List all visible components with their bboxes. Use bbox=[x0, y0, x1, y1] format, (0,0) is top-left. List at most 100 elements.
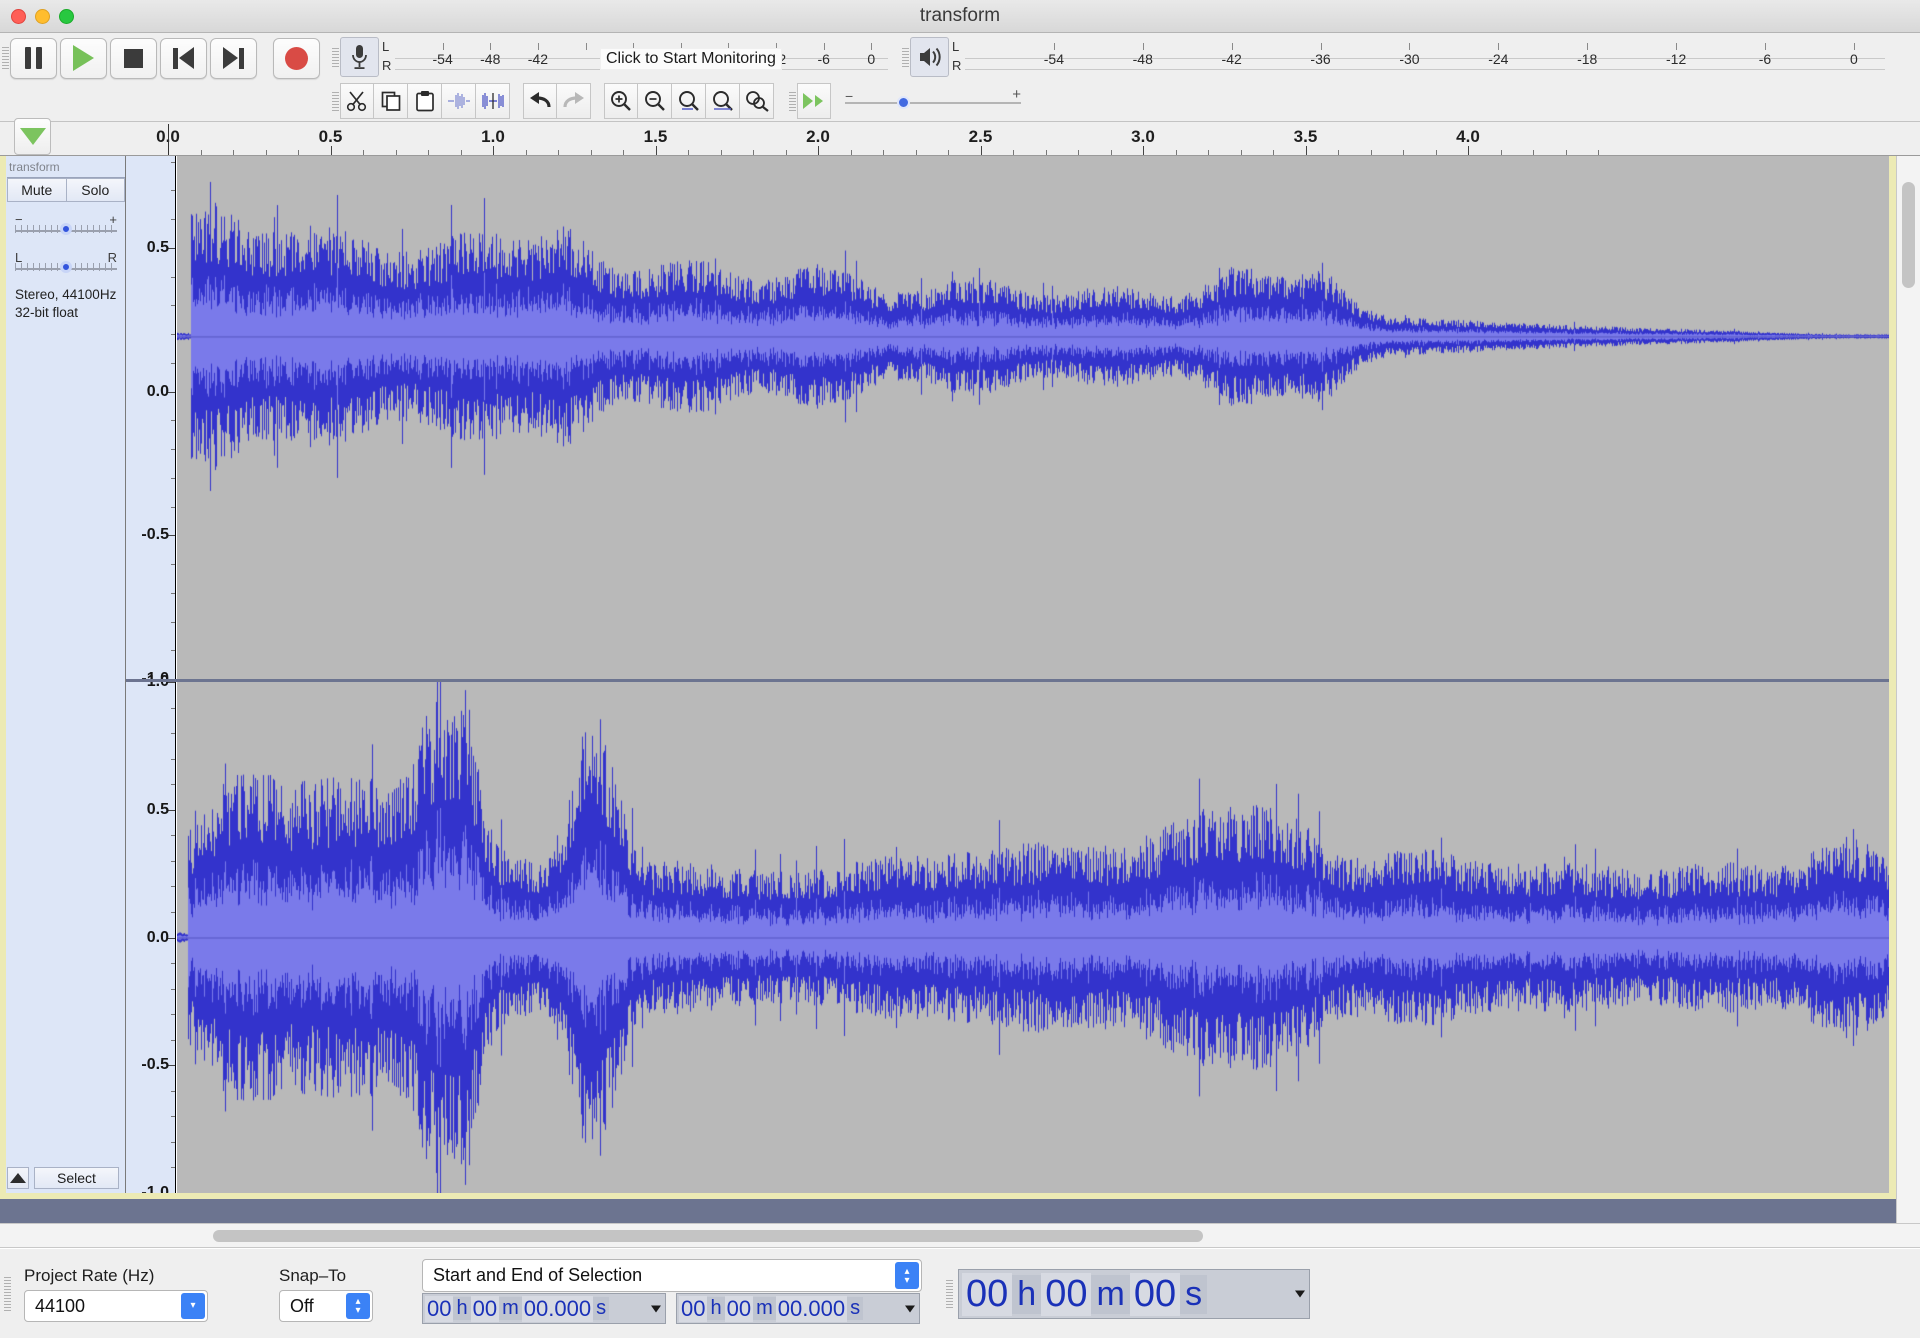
vertical-scroll-thumb[interactable] bbox=[1902, 182, 1915, 288]
audio-position-seconds[interactable]: 00 bbox=[1129, 1272, 1181, 1316]
playback-meter-grip[interactable] bbox=[900, 36, 910, 78]
skip-to-end-button[interactable] bbox=[210, 37, 257, 79]
record-button[interactable] bbox=[273, 37, 320, 79]
audio-position-minutes[interactable]: 00 bbox=[1041, 1272, 1092, 1316]
play-at-speed-icon bbox=[803, 93, 823, 109]
vruler-minor-tick bbox=[171, 420, 175, 422]
selection-mode-combo[interactable]: Start and End of Selection ▴ ▾ bbox=[422, 1259, 922, 1292]
snap-to-combo[interactable]: Off ▴ ▾ bbox=[279, 1290, 373, 1322]
edit-toolbar-grip[interactable] bbox=[330, 81, 340, 121]
horizontal-scroll-thumb[interactable] bbox=[213, 1230, 1203, 1242]
play-speed-slider[interactable]: − + bbox=[845, 83, 1021, 119]
right-channel-waveform[interactable] bbox=[177, 682, 1896, 1193]
waveform-canvas[interactable] bbox=[177, 682, 1896, 1193]
vruler-minor-tick bbox=[171, 477, 175, 479]
selection-start-seconds[interactable]: 00.000 bbox=[521, 1295, 594, 1322]
selection-mode-stepper-icon[interactable]: ▴ ▾ bbox=[895, 1262, 919, 1289]
waveform-canvas[interactable] bbox=[177, 156, 1896, 679]
solo-button[interactable]: Solo bbox=[66, 178, 125, 202]
copy-button[interactable] bbox=[374, 83, 408, 119]
maximize-window-button[interactable] bbox=[59, 9, 74, 24]
ruler-minor-tick bbox=[558, 150, 559, 155]
ruler-minor-tick bbox=[1338, 150, 1339, 155]
time-toolbar-grip[interactable] bbox=[944, 1259, 954, 1329]
ruler-minor-tick bbox=[850, 150, 852, 155]
silence-audio-button[interactable] bbox=[476, 83, 510, 119]
selection-end-time[interactable]: 00 h 00 m 00.000 s bbox=[676, 1293, 920, 1324]
selection-end-dropdown-icon[interactable] bbox=[905, 1305, 915, 1312]
play-at-speed-button[interactable] bbox=[797, 83, 831, 119]
skip-to-start-button[interactable] bbox=[160, 37, 207, 79]
selection-start-minutes[interactable]: 00 bbox=[470, 1295, 500, 1322]
selection-toolbar-grip[interactable] bbox=[2, 1251, 12, 1337]
ruler-minor-tick bbox=[1565, 150, 1567, 155]
right-channel-vertical-ruler[interactable]: 1.00.50.0-0.5-1.0 bbox=[126, 673, 176, 1201]
fit-project-button[interactable] bbox=[706, 83, 740, 119]
recording-meter[interactable]: L R -54-48-42-18-12-60 Click to Start Mo… bbox=[340, 37, 888, 77]
horizontal-scrollbar[interactable] bbox=[0, 1223, 1920, 1248]
vruler-tick bbox=[168, 809, 175, 811]
mute-button[interactable]: Mute bbox=[7, 178, 67, 202]
vruler-minor-tick bbox=[171, 784, 175, 786]
play-icon bbox=[73, 45, 94, 71]
project-rate-combo[interactable]: 44100 ▾ bbox=[24, 1290, 208, 1322]
vruler-minor-tick bbox=[171, 733, 175, 735]
project-rate-dropdown-icon[interactable]: ▾ bbox=[181, 1293, 205, 1319]
audio-position-display[interactable]: 00 h 00 m 00 s bbox=[958, 1269, 1310, 1319]
recording-meter-grip[interactable] bbox=[330, 36, 340, 78]
collapse-track-icon bbox=[10, 1173, 26, 1183]
vertical-scrollbar[interactable] bbox=[1896, 156, 1920, 1223]
undo-button[interactable] bbox=[523, 83, 557, 119]
recording-meter-bars[interactable]: -54-48-42-18-12-60 Click to Start Monito… bbox=[395, 37, 888, 77]
play-at-speed-grip[interactable] bbox=[787, 81, 797, 121]
redo-button[interactable] bbox=[557, 83, 591, 119]
left-channel-waveform[interactable] bbox=[177, 156, 1896, 679]
audio-position-hours[interactable]: 00 bbox=[962, 1272, 1013, 1316]
collapse-track-button[interactable] bbox=[7, 1167, 29, 1189]
minimize-window-button[interactable] bbox=[35, 9, 50, 24]
select-track-button[interactable]: Select bbox=[34, 1167, 119, 1189]
pan-slider-thumb[interactable] bbox=[59, 261, 72, 273]
selection-end-seconds[interactable]: 00.000 bbox=[775, 1295, 848, 1322]
snap-to-stepper-icon[interactable]: ▴ ▾ bbox=[346, 1293, 370, 1319]
paste-button[interactable] bbox=[408, 83, 442, 119]
ruler-tick-label: 2.5 bbox=[968, 127, 993, 146]
window-title: transform bbox=[919, 5, 1001, 26]
vruler-label: 0.0 bbox=[146, 382, 169, 400]
start-monitoring-hint[interactable]: Click to Start Monitoring bbox=[600, 48, 782, 70]
fit-selection-button[interactable] bbox=[672, 83, 706, 119]
selection-end-minutes[interactable]: 00 bbox=[724, 1295, 754, 1322]
zoom-out-button[interactable] bbox=[638, 83, 672, 119]
selection-start-hours[interactable]: 00 bbox=[425, 1295, 454, 1322]
play-button[interactable] bbox=[60, 37, 107, 79]
selection-start-dropdown-icon[interactable] bbox=[651, 1305, 661, 1312]
track-panel-bottom: Select bbox=[7, 1167, 125, 1189]
track-title[interactable]: transform bbox=[7, 156, 125, 178]
zoom-in-button[interactable] bbox=[604, 83, 638, 119]
timeline-ruler[interactable]: 0.0 0.5 1.0 1.5 2.0 2.5 3.0 3.5 4.0 bbox=[126, 122, 1896, 155]
pin-play-head-button[interactable] bbox=[14, 118, 51, 155]
vruler-minor-tick bbox=[171, 506, 175, 508]
stop-button[interactable] bbox=[110, 37, 157, 79]
close-window-button[interactable] bbox=[11, 9, 26, 24]
cut-button[interactable] bbox=[340, 83, 374, 119]
audio-position-dropdown-icon[interactable] bbox=[1295, 1290, 1305, 1298]
play-speed-thumb[interactable] bbox=[897, 96, 910, 109]
zoom-in-icon bbox=[611, 91, 631, 111]
playback-meter-bars[interactable]: -54 -48 -42 -36 -30 -24 -18 -12 -6 0 bbox=[965, 37, 1885, 77]
trim-audio-button[interactable] bbox=[442, 83, 476, 119]
gain-slider-thumb[interactable] bbox=[59, 223, 72, 235]
zoom-button-group bbox=[604, 83, 774, 119]
pause-button[interactable] bbox=[10, 37, 57, 79]
selection-start-time[interactable]: 00 h 00 m 00.000 s bbox=[422, 1293, 666, 1324]
playback-meter[interactable]: L R -54 -48 -42 -36 -30 -24 -18 -12 -6 0 bbox=[910, 37, 1885, 77]
zoom-toggle-button[interactable] bbox=[740, 83, 774, 119]
recording-meter-channel-labels: L R bbox=[379, 37, 395, 77]
selection-end-hours[interactable]: 00 bbox=[679, 1295, 708, 1322]
left-channel-vertical-ruler[interactable]: 0.50.0-0.5-1.0 bbox=[126, 156, 176, 687]
gain-slider[interactable]: − + bbox=[15, 212, 117, 240]
transport-toolbar-grip[interactable] bbox=[0, 37, 10, 79]
pan-slider[interactable]: L R bbox=[15, 250, 117, 278]
playhead-marker[interactable] bbox=[168, 124, 169, 155]
pin-play-head-icon bbox=[19, 128, 46, 145]
